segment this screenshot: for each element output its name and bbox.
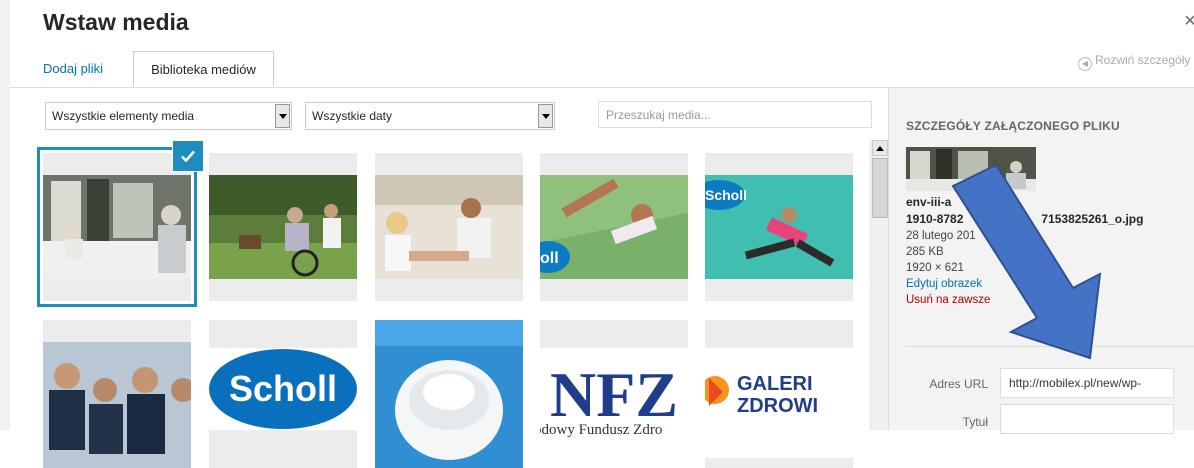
- media-type-filter[interactable]: Wszystkie elementy media: [45, 102, 292, 130]
- date-filter-value: Wszystkie daty: [312, 109, 393, 123]
- library-scrollbar[interactable]: [870, 140, 888, 430]
- svg-text:Scholl: Scholl: [229, 368, 337, 409]
- delete-permanently-link[interactable]: Usuń na zawsze: [906, 292, 1194, 308]
- title-field-label: Tytuł: [962, 415, 988, 429]
- attachment-details-sidebar: SZCZEGÓŁY ZAŁĄCZONEGO PLIKU env-iii-a 191…: [888, 88, 1194, 434]
- attachment-filename: env-iii-a 1910-8782 7153825261_o.jpg: [906, 194, 1194, 228]
- media-type-filter-value: Wszystkie elementy media: [52, 109, 195, 123]
- tab-media-library[interactable]: Biblioteka mediów: [133, 51, 274, 87]
- edit-image-link[interactable]: Edytuj obrazek: [906, 276, 1194, 292]
- date-filter[interactable]: Wszystkie daty: [305, 102, 555, 130]
- svg-text:Scholl: Scholl: [705, 187, 747, 203]
- media-thumbnail[interactable]: GALERI ZDROWI: [705, 320, 853, 468]
- modal-title: Wstaw media: [43, 9, 189, 35]
- tab-upload-files[interactable]: Dodaj pliki: [43, 51, 113, 87]
- attachment-preview-image: [906, 147, 1036, 191]
- details-divider: [906, 346, 1194, 347]
- photo-dining-room: [43, 153, 191, 301]
- media-thumbnail[interactable]: [375, 320, 523, 468]
- details-heading: SZCZEGÓŁY ZAŁĄCZONEGO PLIKU: [906, 119, 1120, 133]
- circle-left-arrow-icon: ◀: [1078, 57, 1092, 71]
- photo-foot-care: [375, 153, 523, 301]
- url-field-label: Adres URL: [929, 377, 988, 391]
- background-strip: [0, 0, 10, 430]
- media-thumbnail[interactable]: oll: [540, 153, 688, 301]
- expand-details-label: Rozwiń szczegóły: [1095, 53, 1191, 67]
- expand-details-link[interactable]: ◀ Rozwiń szczegóły: [1078, 53, 1190, 71]
- media-thumbnail[interactable]: [43, 153, 191, 301]
- attachment-dimensions: 1920 × 621: [906, 262, 964, 274]
- attachment-date: 28 lutego 201: [906, 230, 976, 242]
- photo-scholl-woman-lying: oll: [540, 153, 688, 301]
- logo-nfz: NFZ odowy Fundusz Zdro: [540, 320, 688, 468]
- scrollbar-thumb[interactable]: [872, 158, 888, 218]
- media-thumbnail[interactable]: NFZ odowy Fundusz Zdro: [540, 320, 688, 468]
- svg-text:ZDROWI: ZDROWI: [737, 395, 818, 417]
- scroll-up-icon[interactable]: [872, 140, 888, 156]
- chevron-down-icon[interactable]: [538, 104, 553, 128]
- photo-toilet-seat: [375, 320, 523, 468]
- photo-scholl-woman-jumping: Scholl: [705, 153, 853, 301]
- media-thumbnail[interactable]: [375, 153, 523, 301]
- svg-text:GALERI: GALERI: [737, 373, 813, 395]
- logo-galeria-zdrowia: GALERI ZDROWI: [705, 320, 853, 468]
- svg-text:odowy Fundusz Zdro: odowy Fundusz Zdro: [540, 422, 662, 438]
- svg-text:NFZ: NFZ: [550, 359, 678, 430]
- media-thumbnail[interactable]: Scholl: [705, 153, 853, 301]
- filename-line2: 1910-8782: [906, 212, 964, 226]
- attachment-size: 285 KB: [906, 246, 944, 258]
- media-thumbnail[interactable]: [209, 153, 357, 301]
- media-thumbnail[interactable]: [43, 320, 191, 468]
- logo-scholl: Scholl: [209, 320, 357, 468]
- svg-text:oll: oll: [540, 250, 559, 267]
- media-thumbnail[interactable]: Scholl: [209, 320, 357, 468]
- url-field[interactable]: [1000, 368, 1174, 398]
- chevron-down-icon[interactable]: [275, 104, 290, 128]
- selected-checkmark-icon[interactable]: [173, 141, 203, 171]
- filename-tail: 7153825261_o.jpg: [1041, 212, 1144, 226]
- photo-wheelchair-garden: [209, 153, 357, 301]
- close-icon[interactable]: ×: [1180, 11, 1194, 31]
- media-search-input[interactable]: [598, 101, 872, 128]
- filename-line1: env-iii-a: [906, 195, 952, 209]
- attachment-info: env-iii-a 1910-8782 7153825261_o.jpg 28 lu…: [906, 194, 1194, 308]
- photo-team-group: [43, 320, 191, 468]
